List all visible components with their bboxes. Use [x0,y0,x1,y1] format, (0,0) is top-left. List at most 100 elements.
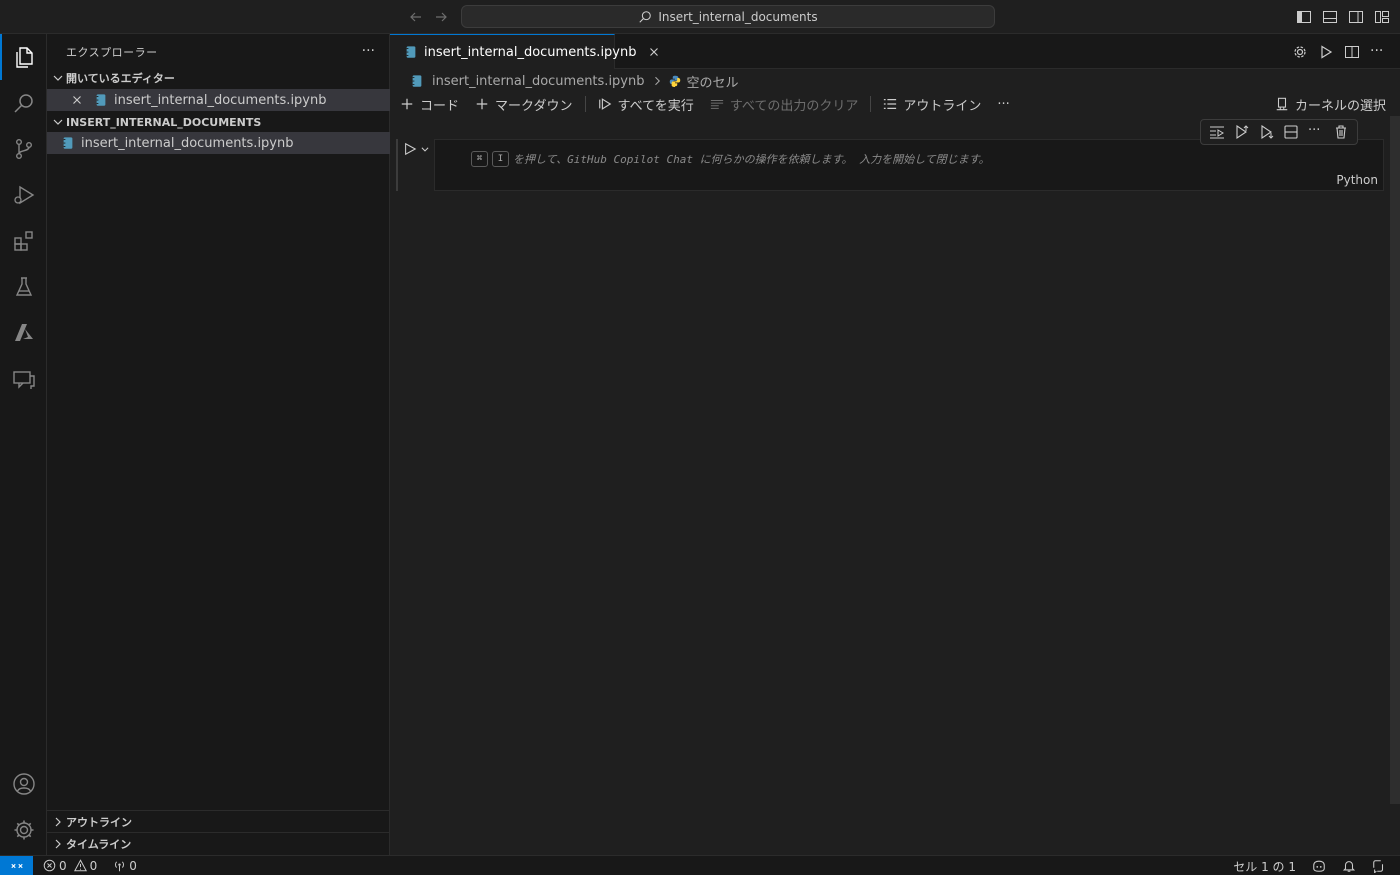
remote-icon [10,859,24,873]
explorer-activity[interactable] [0,34,47,80]
extensions-activity[interactable] [0,218,47,264]
execute-below-icon[interactable] [1259,124,1275,140]
remote-indicator[interactable] [0,855,33,875]
toggle-primary-sidebar-icon[interactable] [1296,9,1312,25]
chevron-right-icon [50,814,66,830]
extensions-icon [12,229,36,253]
search-icon [12,91,36,115]
azure-activity[interactable] [0,310,47,356]
split-cell-icon[interactable] [1283,124,1299,140]
run-all-icon [598,97,612,111]
source-control-icon [12,137,36,161]
more-actions-icon[interactable]: ··· [1308,124,1324,140]
copilot-icon[interactable] [1312,859,1326,873]
more-actions-icon[interactable]: ··· [362,43,375,59]
clear-all-outputs-button[interactable]: すべての出力のクリア [710,95,859,114]
command-key: ⌘ [471,151,488,167]
forward-arrow-icon[interactable] [433,9,449,25]
select-kernel-button[interactable]: カーネルの選択 [1275,92,1386,116]
command-center-text: Insert_internal_documents [658,9,818,24]
status-bar: 0 0 0 セル 1 の 1 [0,855,1400,875]
close-icon[interactable] [70,93,94,107]
chevron-down-icon [50,70,66,86]
outline-button[interactable]: アウトライン [883,95,981,114]
search-activity[interactable] [0,80,47,126]
run-debug-activity[interactable] [0,172,47,218]
cell-focus-indicator [396,139,398,191]
breadcrumb-cell[interactable]: 空のセル [687,72,739,91]
cell-toolbar: ··· [1200,119,1358,145]
toggle-secondary-sidebar-icon[interactable] [1348,9,1364,25]
execute-above-icon[interactable] [1234,124,1250,140]
editor-tabs: insert_internal_documents.ipynb ··· [390,34,1400,69]
testing-activity[interactable] [0,264,47,310]
more-actions-icon[interactable]: ··· [997,97,1009,112]
add-markdown-label: マークダウン [495,98,573,114]
error-count: 0 [59,858,67,873]
customize-layout-icon[interactable] [1374,9,1390,25]
chevron-down-icon[interactable] [420,144,430,154]
code-cell-editor[interactable]: ⌘ I を押して、GitHub Copilot Chat に何らかの操作を依頼し… [434,139,1384,191]
cell-language[interactable]: Python [1336,173,1378,187]
tab-notebook[interactable]: insert_internal_documents.ipynb [390,34,658,69]
chevron-down-icon [50,114,66,130]
title-bar: Insert_internal_documents [0,0,1400,34]
warning-count: 0 [89,858,98,873]
open-editor-item[interactable]: insert_internal_documents.ipynb [47,89,390,111]
run-icon[interactable] [1318,44,1334,60]
gear-icon [12,818,36,842]
clear-outputs-icon [710,97,724,111]
source-control-activity[interactable] [0,126,47,172]
add-markdown-cell-button[interactable]: マークダウン [475,95,573,114]
warning-icon [73,859,87,872]
file-tree-item[interactable]: insert_internal_documents.ipynb [47,132,390,154]
run-cell-icon[interactable] [403,142,417,156]
trash-icon[interactable] [1333,124,1349,140]
open-editors-header[interactable]: 開いているエディター [47,67,390,89]
flask-icon [12,275,36,299]
problems-indicator[interactable]: 0 0 [43,859,97,873]
accounts-activity[interactable] [0,761,47,807]
split-editor-icon[interactable] [1344,44,1360,60]
i-key: I [492,151,509,167]
list-icon [883,97,897,111]
gear-icon[interactable] [1292,44,1308,60]
cell-position[interactable]: セル 1 の 1 [1233,858,1296,875]
chat-icon [12,367,36,391]
more-actions-icon[interactable]: ··· [1370,44,1386,60]
toolbar-divider [870,96,872,112]
kernel-icon [1275,97,1289,111]
breadcrumb-file[interactable]: insert_internal_documents.ipynb [432,74,645,89]
notebook-file-icon [61,136,75,150]
open-editors-label: 開いているエディター [66,72,175,85]
run-above-icon[interactable] [1209,124,1225,140]
command-center-search[interactable]: Insert_internal_documents [461,5,995,28]
toggle-panel-icon[interactable] [1322,9,1338,25]
bell-icon[interactable] [1342,859,1356,873]
feedback-icon[interactable] [1372,859,1386,873]
timeline-section-label: タイムライン [66,837,132,851]
outline-label: アウトライン [903,98,982,114]
account-icon [12,772,36,796]
close-icon[interactable] [647,45,661,59]
manage-activity[interactable] [0,807,47,853]
editor-area: insert_internal_documents.ipynb ··· inse… [390,34,1400,855]
notebook-file-icon [404,45,418,59]
add-code-label: コード [420,98,460,114]
back-arrow-icon[interactable] [408,9,424,25]
timeline-section-header[interactable]: タイムライン [47,832,390,854]
notebook-file-icon [94,93,108,107]
clear-outputs-label: すべての出力のクリア [729,98,859,114]
add-code-cell-button[interactable]: コード [400,95,459,114]
folder-header[interactable]: INSERT_INTERNAL_DOCUMENTS [47,111,390,133]
run-all-button[interactable]: すべてを実行 [598,95,694,114]
outline-section-header[interactable]: アウトライン [47,810,390,832]
error-icon [43,859,56,872]
files-icon [12,45,36,69]
tab-label: insert_internal_documents.ipynb [424,44,637,60]
chat-activity[interactable] [0,356,47,402]
sidebar-title: エクスプローラー [66,46,158,59]
ports-indicator[interactable]: 0 [113,859,137,873]
notebook-file-icon [410,74,424,88]
scrollbar[interactable] [1390,116,1400,804]
